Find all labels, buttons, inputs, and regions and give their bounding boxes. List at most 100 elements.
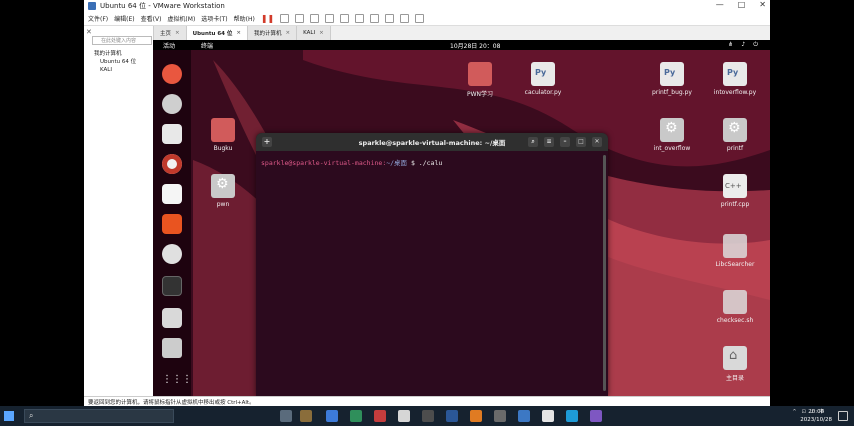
snapshot-manager-icon[interactable]	[325, 14, 335, 23]
terminal-window[interactable]: + sparkle@sparkle-virtual-machine: ~/桌面 …	[256, 133, 608, 396]
tree-root-my-computer[interactable]: 我的计算机	[94, 50, 136, 58]
thunderbird-icon[interactable]	[162, 94, 182, 114]
screen: Ubuntu 64 位 - VMware Workstation — □ ✕ 文…	[0, 0, 854, 426]
minimize-icon[interactable]: –	[560, 137, 570, 147]
desktop-icon[interactable]: checksec.sh	[705, 290, 765, 324]
tab-home[interactable]: 主页 ×	[154, 26, 187, 40]
notification-icon[interactable]	[838, 411, 848, 421]
console-view-icon[interactable]	[400, 14, 410, 23]
terminal-output[interactable]: sparkle@sparkle-virtual-machine:~/桌面 $ .…	[261, 157, 442, 167]
fullscreen-icon[interactable]	[370, 14, 380, 23]
taskbar-app-icon[interactable]	[590, 410, 602, 422]
desktop-icon[interactable]: pwn	[193, 174, 253, 208]
menu-view[interactable]: 查看(V)	[141, 14, 162, 23]
search-icon[interactable]: ⌕	[528, 137, 538, 147]
taskbar-search-box[interactable]: ⌕	[24, 409, 174, 423]
ubuntu-desktop[interactable]: 活动 终端 10月28日 20：08 ⋔ ♪ ⏻ ⋮⋮⋮ PWN学习 cacul…	[153, 40, 770, 396]
ubuntu-software-icon[interactable]	[162, 214, 182, 234]
trash-icon[interactable]	[162, 338, 182, 358]
menu-vm[interactable]: 虚拟机(M)	[167, 14, 195, 23]
taskbar-app-icon[interactable]	[518, 410, 530, 422]
minimize-icon[interactable]: —	[716, 0, 724, 9]
terminal-scrollbar[interactable]	[603, 155, 606, 391]
desktop-icon[interactable]: printf	[705, 118, 765, 152]
tab-close-icon[interactable]: ×	[175, 30, 180, 36]
menu-file[interactable]: 文件(F)	[88, 14, 108, 23]
desktop-icon[interactable]: PWN学习	[450, 62, 510, 98]
maximize-icon[interactable]: □	[576, 137, 586, 147]
taskbar-app-icon[interactable]	[326, 410, 338, 422]
rhythmbox-icon[interactable]	[162, 154, 182, 174]
library-search-input[interactable]: 在此处键入内容	[92, 36, 152, 45]
send-ctrl-alt-del-icon[interactable]	[280, 14, 290, 23]
terminal-command: $ ./calu	[410, 159, 443, 167]
snapshot-icon[interactable]	[295, 14, 305, 23]
chevron-up-icon[interactable]: ^	[792, 409, 796, 415]
tree-item-ubuntu[interactable]: Ubuntu 64 位	[94, 58, 136, 66]
desktop-icon[interactable]: printf_bug.py	[642, 62, 702, 96]
show-apps-icon[interactable]: ⋮⋮⋮	[162, 370, 192, 390]
taskbar-clock[interactable]: 20:08 2023/10/28	[800, 408, 832, 424]
tab-kali[interactable]: KALI ×	[297, 26, 331, 40]
tree-item-kali[interactable]: KALI	[94, 66, 136, 74]
menu-help[interactable]: 帮助(H)	[234, 14, 255, 23]
taskbar-app-icon[interactable]	[280, 410, 292, 422]
desktop-icon[interactable]: Bugku	[193, 118, 253, 152]
files-icon[interactable]	[162, 124, 182, 144]
library-close-icon[interactable]: ✕	[86, 28, 92, 36]
taskbar-app-icon[interactable]	[422, 410, 434, 422]
maximize-icon[interactable]: □	[738, 0, 746, 9]
windows-start-icon[interactable]	[4, 411, 14, 421]
file-icon	[723, 290, 747, 314]
terminal-icon[interactable]	[162, 276, 182, 296]
help-icon[interactable]	[162, 244, 182, 264]
desktop-icon[interactable]: printf.cpp	[705, 174, 765, 208]
vmware-title: Ubuntu 64 位 - VMware Workstation	[100, 2, 225, 10]
revert-snapshot-icon[interactable]	[310, 14, 320, 23]
stretch-icon[interactable]	[415, 14, 425, 23]
unity-icon[interactable]	[385, 14, 395, 23]
close-icon[interactable]: ✕	[759, 0, 766, 9]
menu-edit[interactable]: 编辑(E)	[114, 14, 134, 23]
tab-close-icon[interactable]: ×	[319, 30, 324, 36]
tab-close-icon[interactable]: ×	[286, 30, 291, 36]
desktop-icon[interactable]: LibcSearcher	[705, 234, 765, 268]
system-tray[interactable]: ⋔ ♪ ⏻	[728, 41, 758, 49]
activities-button[interactable]: 活动	[163, 41, 175, 50]
desktop-icon-label: printf.cpp	[720, 201, 750, 208]
taskbar-app-icon[interactable]	[470, 410, 482, 422]
thumbnail-icon[interactable]	[355, 14, 365, 23]
menu-tabs[interactable]: 选项卡(T)	[201, 14, 227, 23]
taskbar-app-icon[interactable]	[374, 410, 386, 422]
close-icon[interactable]: ✕	[592, 137, 602, 147]
text-editor-icon[interactable]	[162, 308, 182, 328]
tab-my-computer[interactable]: 我的计算机 ×	[248, 26, 298, 40]
desktop-icon[interactable]: intoverflow.py	[705, 62, 765, 96]
desktop-icon-label: printf	[726, 145, 744, 152]
prompt-path: ~/桌面	[386, 159, 408, 167]
taskbar-app-icon[interactable]	[300, 410, 312, 422]
desktop-icon[interactable]: caculator.py	[513, 62, 573, 96]
new-tab-icon[interactable]: +	[262, 137, 272, 147]
desktop-icon[interactable]: 主目录	[705, 346, 765, 382]
taskbar-app-icon[interactable]	[350, 410, 362, 422]
power-icon: ⏻	[753, 41, 758, 48]
hamburger-menu-icon[interactable]: ≡	[544, 137, 554, 147]
firefox-icon[interactable]	[162, 64, 182, 84]
terminal-header[interactable]: + sparkle@sparkle-virtual-machine: ~/桌面 …	[256, 133, 608, 151]
active-app-label[interactable]: 终端	[201, 41, 213, 50]
taskbar-app-icon[interactable]	[446, 410, 458, 422]
taskbar-app-icon[interactable]	[566, 410, 578, 422]
taskbar-app-icon[interactable]	[398, 410, 410, 422]
pause-icon[interactable]: ❚❚	[261, 14, 274, 23]
library-icon[interactable]	[340, 14, 350, 23]
network-icon: ⋔	[728, 41, 734, 48]
desktop-icon[interactable]: int_overflow	[642, 118, 702, 152]
taskbar-app-icon[interactable]	[542, 410, 554, 422]
tab-close-icon[interactable]: ×	[236, 30, 241, 36]
taskbar-app-icon[interactable]	[494, 410, 506, 422]
libreoffice-writer-icon[interactable]	[162, 184, 182, 204]
ubuntu-dock: ⋮⋮⋮	[153, 50, 192, 396]
tab-ubuntu[interactable]: Ubuntu 64 位 ×	[186, 26, 248, 40]
gnome-clock[interactable]: 10月28日 20：08	[450, 41, 500, 50]
